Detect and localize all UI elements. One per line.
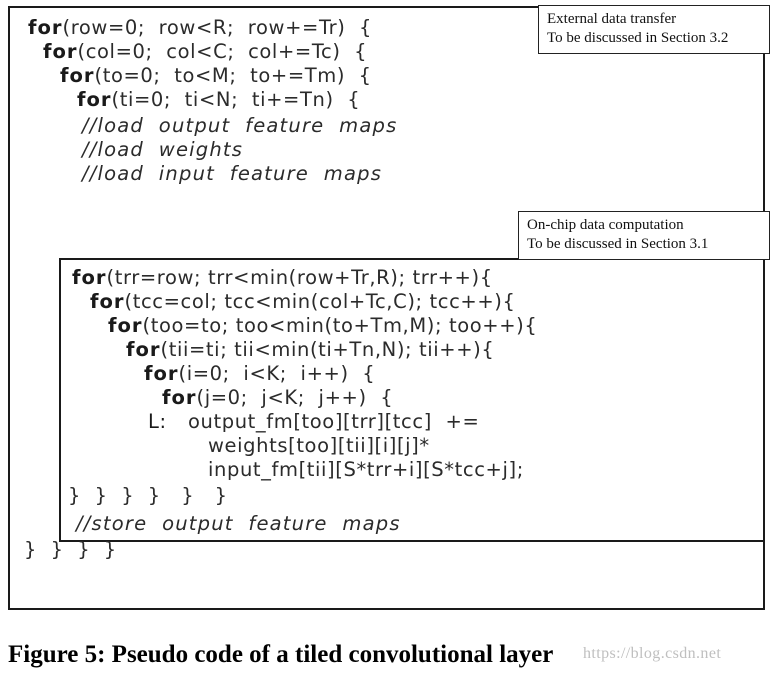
code-line-for-row: for(row=0; row<R; row+=Tr) { [28, 16, 372, 40]
code-line-for-too: for(too=to; too<min(to+Tm,M); too++){ [108, 314, 537, 338]
code-line-for-too-rest: (too=to; too<min(to+Tm,M); too++){ [142, 314, 538, 337]
statement-label: L: [148, 410, 167, 433]
annotation-external-data-transfer: External data transfer To be discussed i… [538, 5, 770, 54]
code-line-output-fm: output_fm[too][trr][tcc] += [188, 410, 480, 433]
code-line-input-fm: input_fm[tii][S*trr+i][S*tcc+j]; [208, 458, 524, 481]
code-line-for-tii: for(tii=ti; tii<min(ti+Tn,N); tii++){ [126, 338, 494, 362]
code-line-weights: weights[too][tii][i][j]* [208, 434, 430, 457]
code-line-label-L: L: [148, 410, 167, 434]
pseudocode-block: for(row=0; row<R; row+=Tr) { for(col=0; … [10, 8, 765, 608]
comment-load-weights: //load weights [82, 138, 244, 161]
code-line-for-j-rest: (j=0; j<K; j++) { [196, 386, 394, 409]
keyword-for: for [43, 40, 78, 63]
code-line-for-col: for(col=0; col<C; col+=Tc) { [43, 40, 367, 64]
comment-load-input-feature-maps: //load input feature maps [82, 162, 383, 185]
keyword-for: for [144, 362, 179, 385]
annotation-onchip-line2: To be discussed in Section 3.1 [527, 236, 709, 252]
annotation-external-line2: To be discussed in Section 3.2 [547, 30, 729, 46]
code-line-for-trr: for(trr=row; trr<min(row+Tr,R); trr++){ [72, 266, 493, 290]
code-line-for-tcc: for(tcc=col; tcc<min(col+Tc,C); tcc++){ [90, 290, 515, 314]
figure-caption: Figure 5: Pseudo code of a tiled convolu… [8, 641, 554, 668]
comment-store-output-feature-maps: //store output feature maps [76, 512, 401, 535]
code-line-for-row-rest: (row=0; row<R; row+=Tr) { [62, 16, 373, 39]
code-line-for-to: for(to=0; to<M; to+=Tm) { [60, 64, 372, 88]
code-line-inner-closing-braces: } } } } } } [68, 484, 228, 507]
keyword-for: for [72, 266, 107, 289]
keyword-for: for [162, 386, 197, 409]
code-line-for-tcc-rest: (tcc=col; tcc<min(col+Tc,C); tcc++){ [124, 290, 516, 313]
code-line-for-col-rest: (col=0; col<C; col+=Tc) { [77, 40, 368, 63]
code-line-outer-closing-braces: } } } } [24, 538, 117, 561]
code-line-for-tii-rest: (tii=ti; tii<min(ti+Tn,N); tii++){ [160, 338, 495, 361]
code-line-for-ti-rest: (ti=0; ti<N; ti+=Tn) { [111, 88, 361, 111]
annotation-onchip-line1: On-chip data computation [527, 217, 684, 233]
keyword-for: for [77, 88, 112, 111]
keyword-for: for [90, 290, 125, 313]
code-line-for-ti: for(ti=0; ti<N; ti+=Tn) { [77, 88, 360, 112]
figure-outer-frame: for(row=0; row<R; row+=Tr) { for(col=0; … [8, 6, 765, 610]
code-line-for-j: for(j=0; j<K; j++) { [162, 386, 393, 410]
code-line-for-trr-rest: (trr=row; trr<min(row+Tr,R); trr++){ [106, 266, 493, 289]
code-line-for-i: for(i=0; i<K; i++) { [144, 362, 375, 386]
keyword-for: for [126, 338, 161, 361]
keyword-for: for [108, 314, 143, 337]
keyword-for: for [60, 64, 95, 87]
keyword-for: for [28, 16, 63, 39]
annotation-external-line1: External data transfer [547, 11, 677, 27]
code-line-for-i-rest: (i=0; i<K; i++) { [178, 362, 376, 385]
code-line-for-to-rest: (to=0; to<M; to+=Tm) { [94, 64, 372, 87]
annotation-on-chip-data-computation: On-chip data computation To be discussed… [518, 211, 770, 260]
comment-load-output-feature-maps: //load output feature maps [82, 114, 398, 137]
